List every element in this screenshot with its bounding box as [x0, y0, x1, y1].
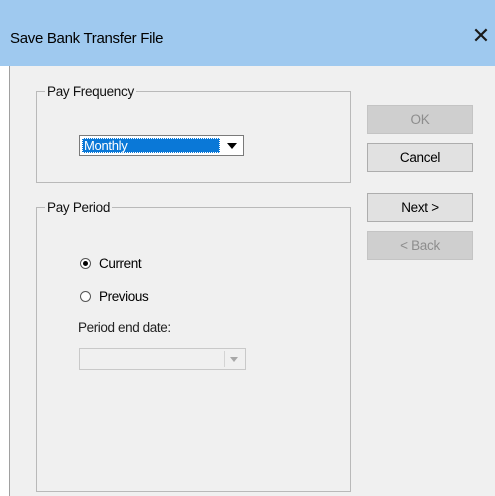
pay-frequency-dropdown-button[interactable] — [222, 137, 242, 154]
dialog-title: Save Bank Transfer File — [10, 30, 164, 47]
close-icon[interactable]: ✕ — [471, 24, 491, 48]
radio-previous[interactable]: Previous — [80, 287, 149, 305]
save-bank-transfer-dialog: Save Bank Transfer File ✕ Pay Frequency … — [0, 0, 495, 496]
period-end-date-select — [79, 348, 246, 370]
radio-previous-label: Previous — [99, 288, 149, 304]
pay-frequency-selected-value: Monthly — [82, 138, 220, 153]
back-button[interactable]: < Back — [367, 231, 473, 260]
pay-frequency-legend: Pay Frequency — [47, 84, 134, 99]
title-bar[interactable]: Save Bank Transfer File ✕ — [0, 0, 495, 66]
pay-frequency-select[interactable]: Monthly — [79, 135, 244, 156]
pay-frequency-group: Pay Frequency — [36, 84, 351, 183]
next-button[interactable]: Next > — [367, 193, 473, 222]
radio-current[interactable]: Current — [80, 254, 142, 272]
radio-current-label: Current — [99, 255, 142, 271]
radio-previous-indicator[interactable] — [80, 290, 91, 302]
cancel-button[interactable]: Cancel — [367, 143, 473, 172]
chevron-down-icon — [230, 356, 238, 362]
chevron-down-icon — [227, 142, 237, 149]
ok-button[interactable]: OK — [367, 105, 473, 134]
pay-period-legend: Pay Period — [47, 200, 111, 215]
period-end-date-label: Period end date: — [78, 320, 171, 335]
radio-current-indicator[interactable] — [80, 257, 91, 269]
pay-period-group: Pay Period — [36, 200, 351, 492]
period-end-date-dropdown-button — [224, 351, 243, 367]
